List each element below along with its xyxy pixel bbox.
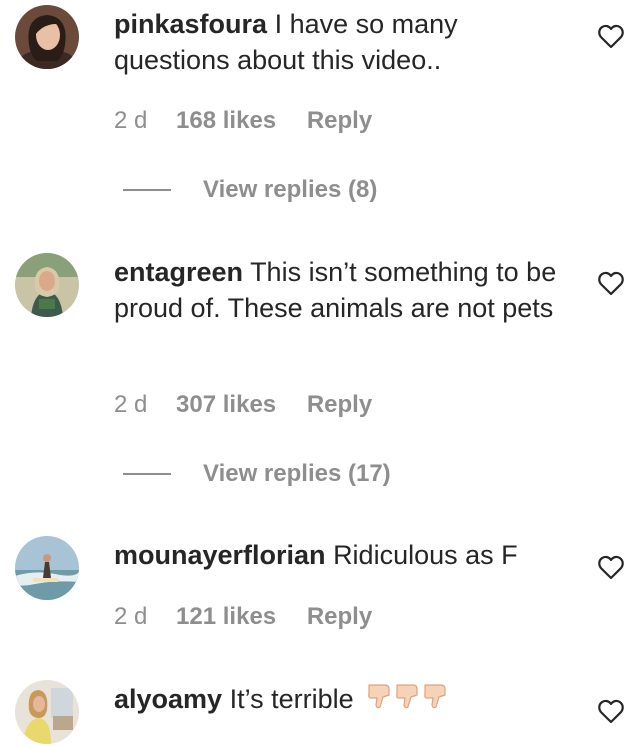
comment-likes-count[interactable]: 168 likes [176,107,276,134]
avatar-photo [15,5,79,69]
comment-meta: 2 d 168 likes Reply [114,107,372,135]
comment-likes-count[interactable]: 307 likes [176,391,276,418]
comment-age: 2 d [114,603,148,630]
comment-text: It’s terrible [229,684,354,714]
heart-icon[interactable] [597,698,625,724]
comment-username[interactable]: mounayerflorian [114,540,326,570]
comment-username[interactable]: pinkasfoura [114,9,267,39]
comment-username[interactable]: alyoamy [114,684,222,714]
replies-divider [123,473,171,475]
comment-age: 2 d [114,107,148,134]
comment-item: entagreen This isn’t something to be pro… [0,240,636,500]
avatar-photo [15,253,79,317]
avatar[interactable] [15,5,79,69]
view-replies-label: View replies (8) [203,176,378,203]
thumbs-down-emoji [367,681,451,720]
thumbs-down-icon [368,684,446,709]
comment-item: mounayerflorian Ridiculous as F 2 d 121 … [0,530,636,650]
comment-username[interactable]: entagreen [114,257,243,287]
comment-age: 2 d [114,391,148,418]
avatar-photo [15,680,79,744]
heart-icon[interactable] [597,23,625,49]
reply-button[interactable]: Reply [307,603,372,630]
heart-icon[interactable] [597,554,625,580]
avatar[interactable] [15,536,79,600]
comment-meta: 2 d 121 likes Reply [114,603,372,631]
comment-text: Ridiculous as F [333,540,518,570]
avatar[interactable] [15,680,79,744]
heart-icon[interactable] [597,270,625,296]
reply-button[interactable]: Reply [307,107,372,134]
comment-item: alyoamy It’s terrible [0,676,636,746]
comment-body: alyoamy It’s terrible [114,681,574,720]
comment-body: pinkasfoura I have so many questions abo… [114,6,574,78]
comment-body: entagreen This isn’t something to be pro… [114,254,574,326]
avatar-photo [15,536,79,600]
avatar[interactable] [15,253,79,317]
comment-meta: 2 d 307 likes Reply [114,391,372,419]
reply-button[interactable]: Reply [307,391,372,418]
comment-item: pinkasfoura I have so many questions abo… [0,0,636,220]
comment-body: mounayerflorian Ridiculous as F [114,537,574,573]
replies-divider [123,189,171,191]
view-replies-label: View replies (17) [203,460,391,487]
comment-likes-count[interactable]: 121 likes [176,603,276,630]
